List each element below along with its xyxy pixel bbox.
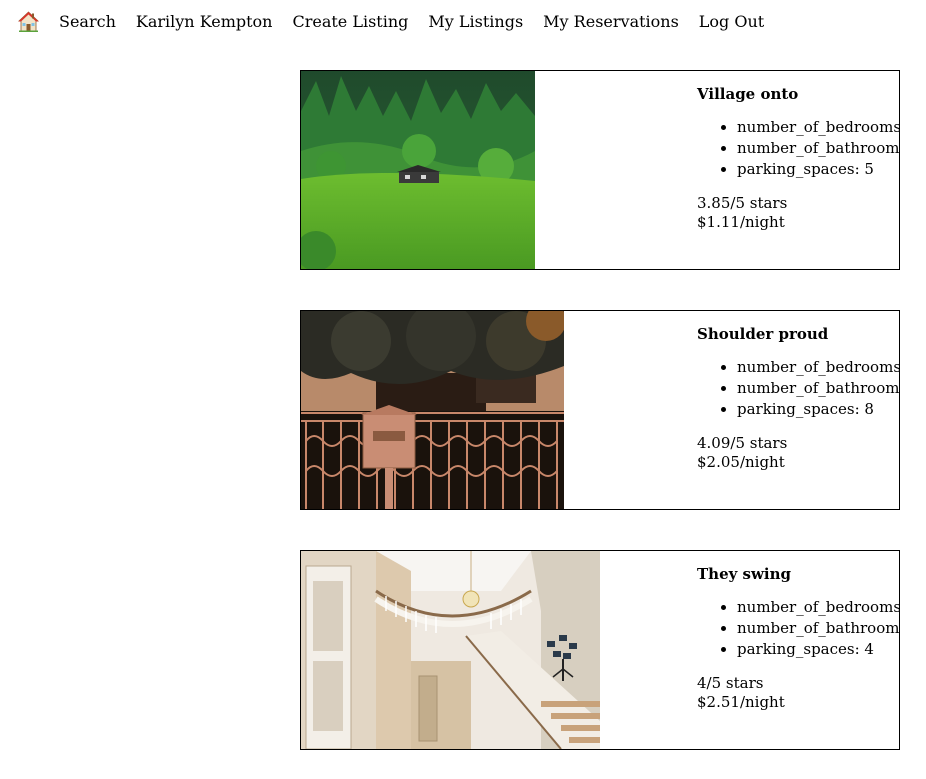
listing-photo[interactable] [301, 311, 564, 509]
listing-info: Shoulder proud number_of_bedrooms: 6 num… [697, 325, 899, 472]
feature-parking: parking_spaces: 8 [737, 399, 899, 420]
feature-bedrooms: number_of_bedrooms: 6 [737, 357, 899, 378]
listing-price: $1.11/night [697, 213, 785, 231]
listing-info: Village onto number_of_bedrooms: 0 numbe… [697, 85, 899, 232]
nav-create-listing-link[interactable]: Create Listing [292, 12, 408, 31]
feature-bedrooms: number_of_bedrooms: 0 [737, 117, 899, 138]
nav-search-link[interactable]: Search [59, 12, 116, 31]
listing-info: They swing number_of_bedrooms: 6 number_… [697, 565, 899, 712]
listing-price: $2.51/night [697, 693, 785, 711]
listing-photo[interactable] [301, 71, 535, 269]
nav-my-reservations-link[interactable]: My Reservations [543, 12, 679, 31]
feature-bathrooms: number_of_bathrooms: 1 [737, 378, 899, 399]
home-icon[interactable] [17, 10, 40, 32]
listing-rating: 4.09/5 stars [697, 434, 788, 452]
feature-bedrooms: number_of_bedrooms: 6 [737, 597, 899, 618]
listing-card[interactable]: They swing number_of_bedrooms: 6 number_… [300, 550, 900, 750]
feature-bathrooms: number_of_bathrooms: 5 [737, 618, 899, 639]
listing-rating: 3.85/5 stars [697, 194, 788, 212]
nav-user-profile-link[interactable]: Karilyn Kempton [136, 12, 273, 31]
listing-title: They swing [697, 565, 791, 583]
feature-parking: parking_spaces: 4 [737, 639, 899, 660]
listing-features: number_of_bedrooms: 6 number_of_bathroom… [697, 357, 899, 420]
nav-my-listings-link[interactable]: My Listings [428, 12, 523, 31]
listing-card[interactable]: Village onto number_of_bedrooms: 0 numbe… [300, 70, 900, 270]
top-nav: Search Karilyn Kempton Create Listing My… [17, 10, 784, 32]
listing-features: number_of_bedrooms: 6 number_of_bathroom… [697, 597, 899, 660]
feature-parking: parking_spaces: 5 [737, 159, 899, 180]
listing-title: Shoulder proud [697, 325, 829, 343]
listing-card[interactable]: Shoulder proud number_of_bedrooms: 6 num… [300, 310, 900, 510]
listing-photo[interactable] [301, 551, 600, 749]
listing-features: number_of_bedrooms: 0 number_of_bathroom… [697, 117, 899, 180]
nav-log-out-link[interactable]: Log Out [699, 12, 764, 31]
listing-title: Village onto [697, 85, 799, 103]
feature-bathrooms: number_of_bathrooms: 9 [737, 138, 899, 159]
listing-rating: 4/5 stars [697, 674, 764, 692]
listing-price: $2.05/night [697, 453, 785, 471]
